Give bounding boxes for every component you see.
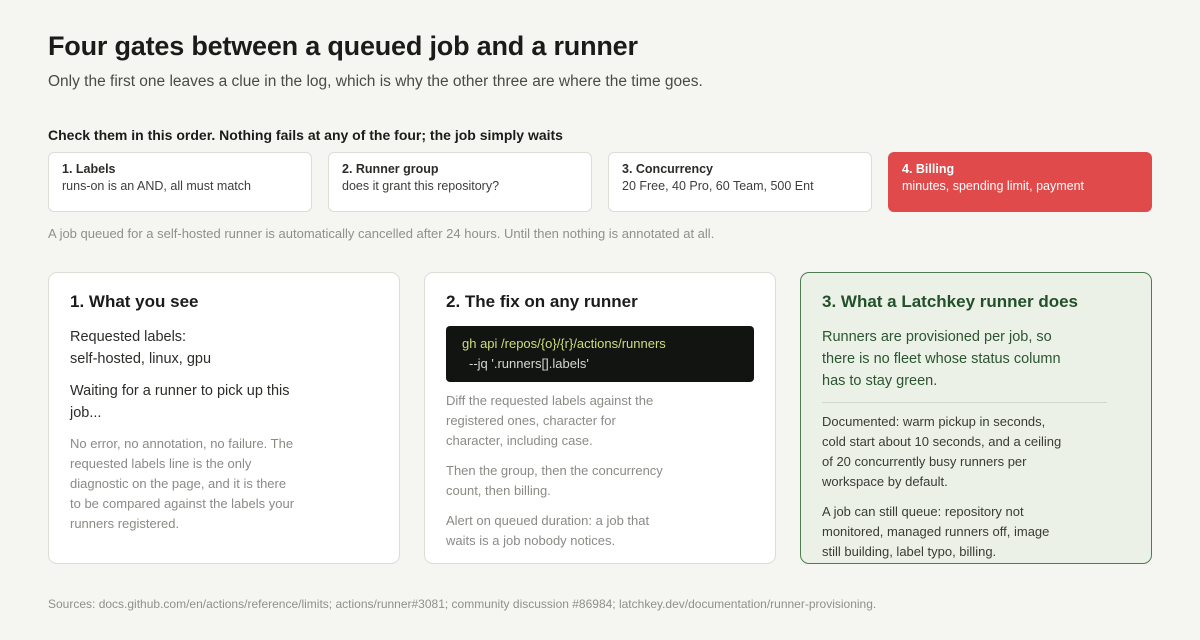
waiting-message: Waiting for a runner to pick up this job… <box>70 383 290 421</box>
gate-title: 4. Billing <box>902 162 955 176</box>
sources-footer: Sources: docs.github.com/en/actions/refe… <box>48 597 877 611</box>
card-title: 2. The fix on any runner <box>446 292 638 311</box>
gate-title: 3. Concurrency <box>622 162 714 176</box>
code-line: --jq '.runners[].labels' <box>469 356 589 371</box>
requested-labels-heading: Requested labels: <box>70 329 187 345</box>
gate-description: runs-on is an AND, all must match <box>62 179 251 193</box>
cards-row: 1. What you see Requested labels: self-h… <box>48 272 1152 564</box>
gate-description: 20 Free, 40 Pro, 60 Team, 500 Ent <box>622 179 814 193</box>
gates-row: 1. Labels runs-on is an AND, all must ma… <box>48 152 1152 212</box>
card-what-you-see: 1. What you see Requested labels: self-h… <box>48 272 400 564</box>
gates-note: A job queued for a self-hosted runner is… <box>48 226 715 241</box>
fix-paragraph: Alert on queued duration: a job that wai… <box>446 513 650 548</box>
gate-title: 1. Labels <box>62 162 116 176</box>
code-line: gh api /repos/{o}/{r}/actions/runners <box>462 336 666 351</box>
card-fix: 2. The fix on any runner gh api /repos/{… <box>424 272 776 564</box>
code-block: gh api /repos/{o}/{r}/actions/runners --… <box>446 326 754 382</box>
card-note: No error, no annotation, no failure. The… <box>70 436 295 531</box>
latchkey-lead: Runners are provisioned per job, so ther… <box>822 329 1061 389</box>
gate-labels: 1. Labels runs-on is an AND, all must ma… <box>48 152 312 212</box>
card-divider <box>822 402 1107 403</box>
gate-runner-group: 2. Runner group does it grant this repos… <box>328 152 592 212</box>
page-subtitle: Only the first one leaves a clue in the … <box>48 73 703 90</box>
requested-labels-text: Requested labels: self-hosted, linux, gp… <box>70 326 378 370</box>
card-title: 3. What a Latchkey runner does <box>822 292 1079 311</box>
gate-concurrency: 3. Concurrency 20 Free, 40 Pro, 60 Team,… <box>608 152 872 212</box>
gate-title: 2. Runner group <box>342 162 439 176</box>
card-latchkey: 3. What a Latchkey runner does Runners a… <box>800 272 1152 564</box>
card-title: 1. What you see <box>70 292 199 311</box>
latchkey-paragraph: A job can still queue: repository not mo… <box>822 504 1050 559</box>
gate-billing: 4. Billing minutes, spending limit, paym… <box>888 152 1152 212</box>
fix-paragraph: Then the group, then the concurrency cou… <box>446 463 663 498</box>
page-title: Four gates between a queued job and a ru… <box>48 31 638 61</box>
requested-labels-value: self-hosted, linux, gpu <box>70 351 212 367</box>
latchkey-paragraph: Documented: warm pickup in seconds, cold… <box>822 414 1062 489</box>
gate-description: does it grant this repository? <box>342 179 500 193</box>
fix-paragraph: Diff the requested labels against the re… <box>446 393 654 448</box>
gate-description: minutes, spending limit, payment <box>902 179 1085 193</box>
gates-heading: Check them in this order. Nothing fails … <box>48 127 563 143</box>
